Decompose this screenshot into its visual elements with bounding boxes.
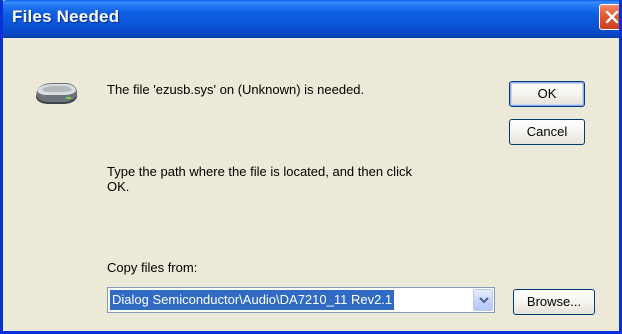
file-needed-message: The file 'ezusb.sys' on (Unknown) is nee… <box>107 82 365 97</box>
chevron-down-icon <box>479 297 489 304</box>
instructions-line-1: Type the path where the file is located,… <box>107 164 412 179</box>
instructions-line-2: OK. <box>107 179 130 194</box>
close-button[interactable] <box>599 4 619 30</box>
copy-from-value[interactable]: Dialog Semiconductor\Audio\DA7210_11 Rev… <box>110 290 395 310</box>
disk-drive-icon <box>36 83 77 104</box>
copy-from-combobox[interactable]: Dialog Semiconductor\Audio\DA7210_11 Rev… <box>107 287 495 313</box>
cancel-button[interactable]: Cancel <box>509 119 585 145</box>
ok-button[interactable]: OK <box>509 81 585 107</box>
close-icon <box>605 10 619 24</box>
dialog-body: The file 'ezusb.sys' on (Unknown) is nee… <box>3 38 619 331</box>
files-needed-dialog: Files Needed The file 'ezusb.sys' on (Un… <box>0 0 622 334</box>
instructions-text: Type the path where the file is located,… <box>107 164 507 194</box>
copy-files-from-label: Copy files from: <box>107 260 198 275</box>
window-title: Files Needed <box>12 7 120 26</box>
title-bar[interactable]: Files Needed <box>3 0 619 38</box>
combobox-dropdown-button[interactable] <box>473 289 493 311</box>
browse-button[interactable]: Browse... <box>513 289 595 315</box>
